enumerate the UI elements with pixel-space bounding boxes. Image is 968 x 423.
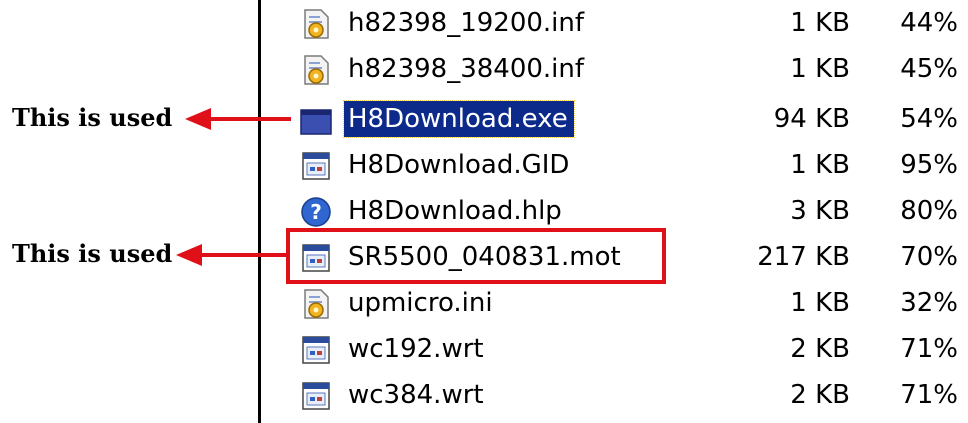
help-icon: ? — [301, 197, 331, 227]
compression-ratio: 45% — [900, 54, 958, 84]
file-name: wc192.wrt — [348, 334, 484, 364]
file-size: 1 KB — [790, 8, 850, 38]
exe-window-icon — [300, 109, 332, 135]
file-row[interactable]: upmicro.ini 1 KB 32% — [266, 280, 968, 326]
ini-settings-icon — [304, 9, 329, 39]
file-row[interactable]: wc192.wrt 2 KB 71% — [266, 326, 968, 372]
file-name: H8Download.exe — [343, 100, 575, 138]
generic-file-icon — [302, 152, 330, 180]
compression-ratio: 71% — [900, 334, 958, 364]
file-size: 1 KB — [790, 54, 850, 84]
file-size: 2 KB — [790, 334, 850, 364]
file-name: wc384.wrt — [348, 380, 484, 410]
compression-ratio: 54% — [900, 104, 958, 134]
file-name: h82398_38400.inf — [348, 54, 585, 84]
file-size: 1 KB — [790, 150, 850, 180]
compression-ratio: 71% — [900, 380, 958, 410]
annotation-label-1: This is used — [12, 103, 173, 132]
left-border-line — [258, 0, 261, 423]
compression-ratio: 80% — [900, 196, 958, 226]
ini-settings-icon — [304, 289, 329, 319]
annotation-label-2: This is used — [12, 239, 173, 268]
file-size: 217 KB — [757, 242, 850, 272]
file-list-panel: h82398_19200.inf 1 KB 44% h82398_38400.i… — [266, 0, 968, 423]
compression-ratio: 32% — [900, 288, 958, 318]
file-name: H8Download.hlp — [348, 196, 562, 226]
compression-ratio: 70% — [900, 242, 958, 272]
file-size: 3 KB — [790, 196, 850, 226]
file-row[interactable]: H8Download.GID 1 KB 95% — [266, 142, 968, 188]
generic-file-icon — [302, 382, 330, 410]
generic-file-icon — [302, 336, 330, 364]
file-name: upmicro.ini — [348, 288, 493, 318]
highlight-box — [286, 228, 666, 284]
compression-ratio: 95% — [900, 150, 958, 180]
file-row-selected[interactable]: H8Download.exe 94 KB 54% — [266, 96, 968, 142]
file-row[interactable]: h82398_38400.inf 1 KB 45% — [266, 46, 968, 92]
compression-ratio: 44% — [900, 8, 958, 38]
file-size: 2 KB — [790, 380, 850, 410]
file-row[interactable]: wc384.wrt 2 KB 71% — [266, 372, 968, 418]
file-name: H8Download.GID — [348, 150, 570, 180]
file-size: 94 KB — [773, 104, 850, 134]
file-row[interactable]: h82398_19200.inf 1 KB 44% — [266, 0, 968, 46]
file-name: h82398_19200.inf — [348, 8, 585, 38]
svg-text:?: ? — [310, 200, 322, 224]
ini-settings-icon — [304, 55, 329, 85]
file-size: 1 KB — [790, 288, 850, 318]
